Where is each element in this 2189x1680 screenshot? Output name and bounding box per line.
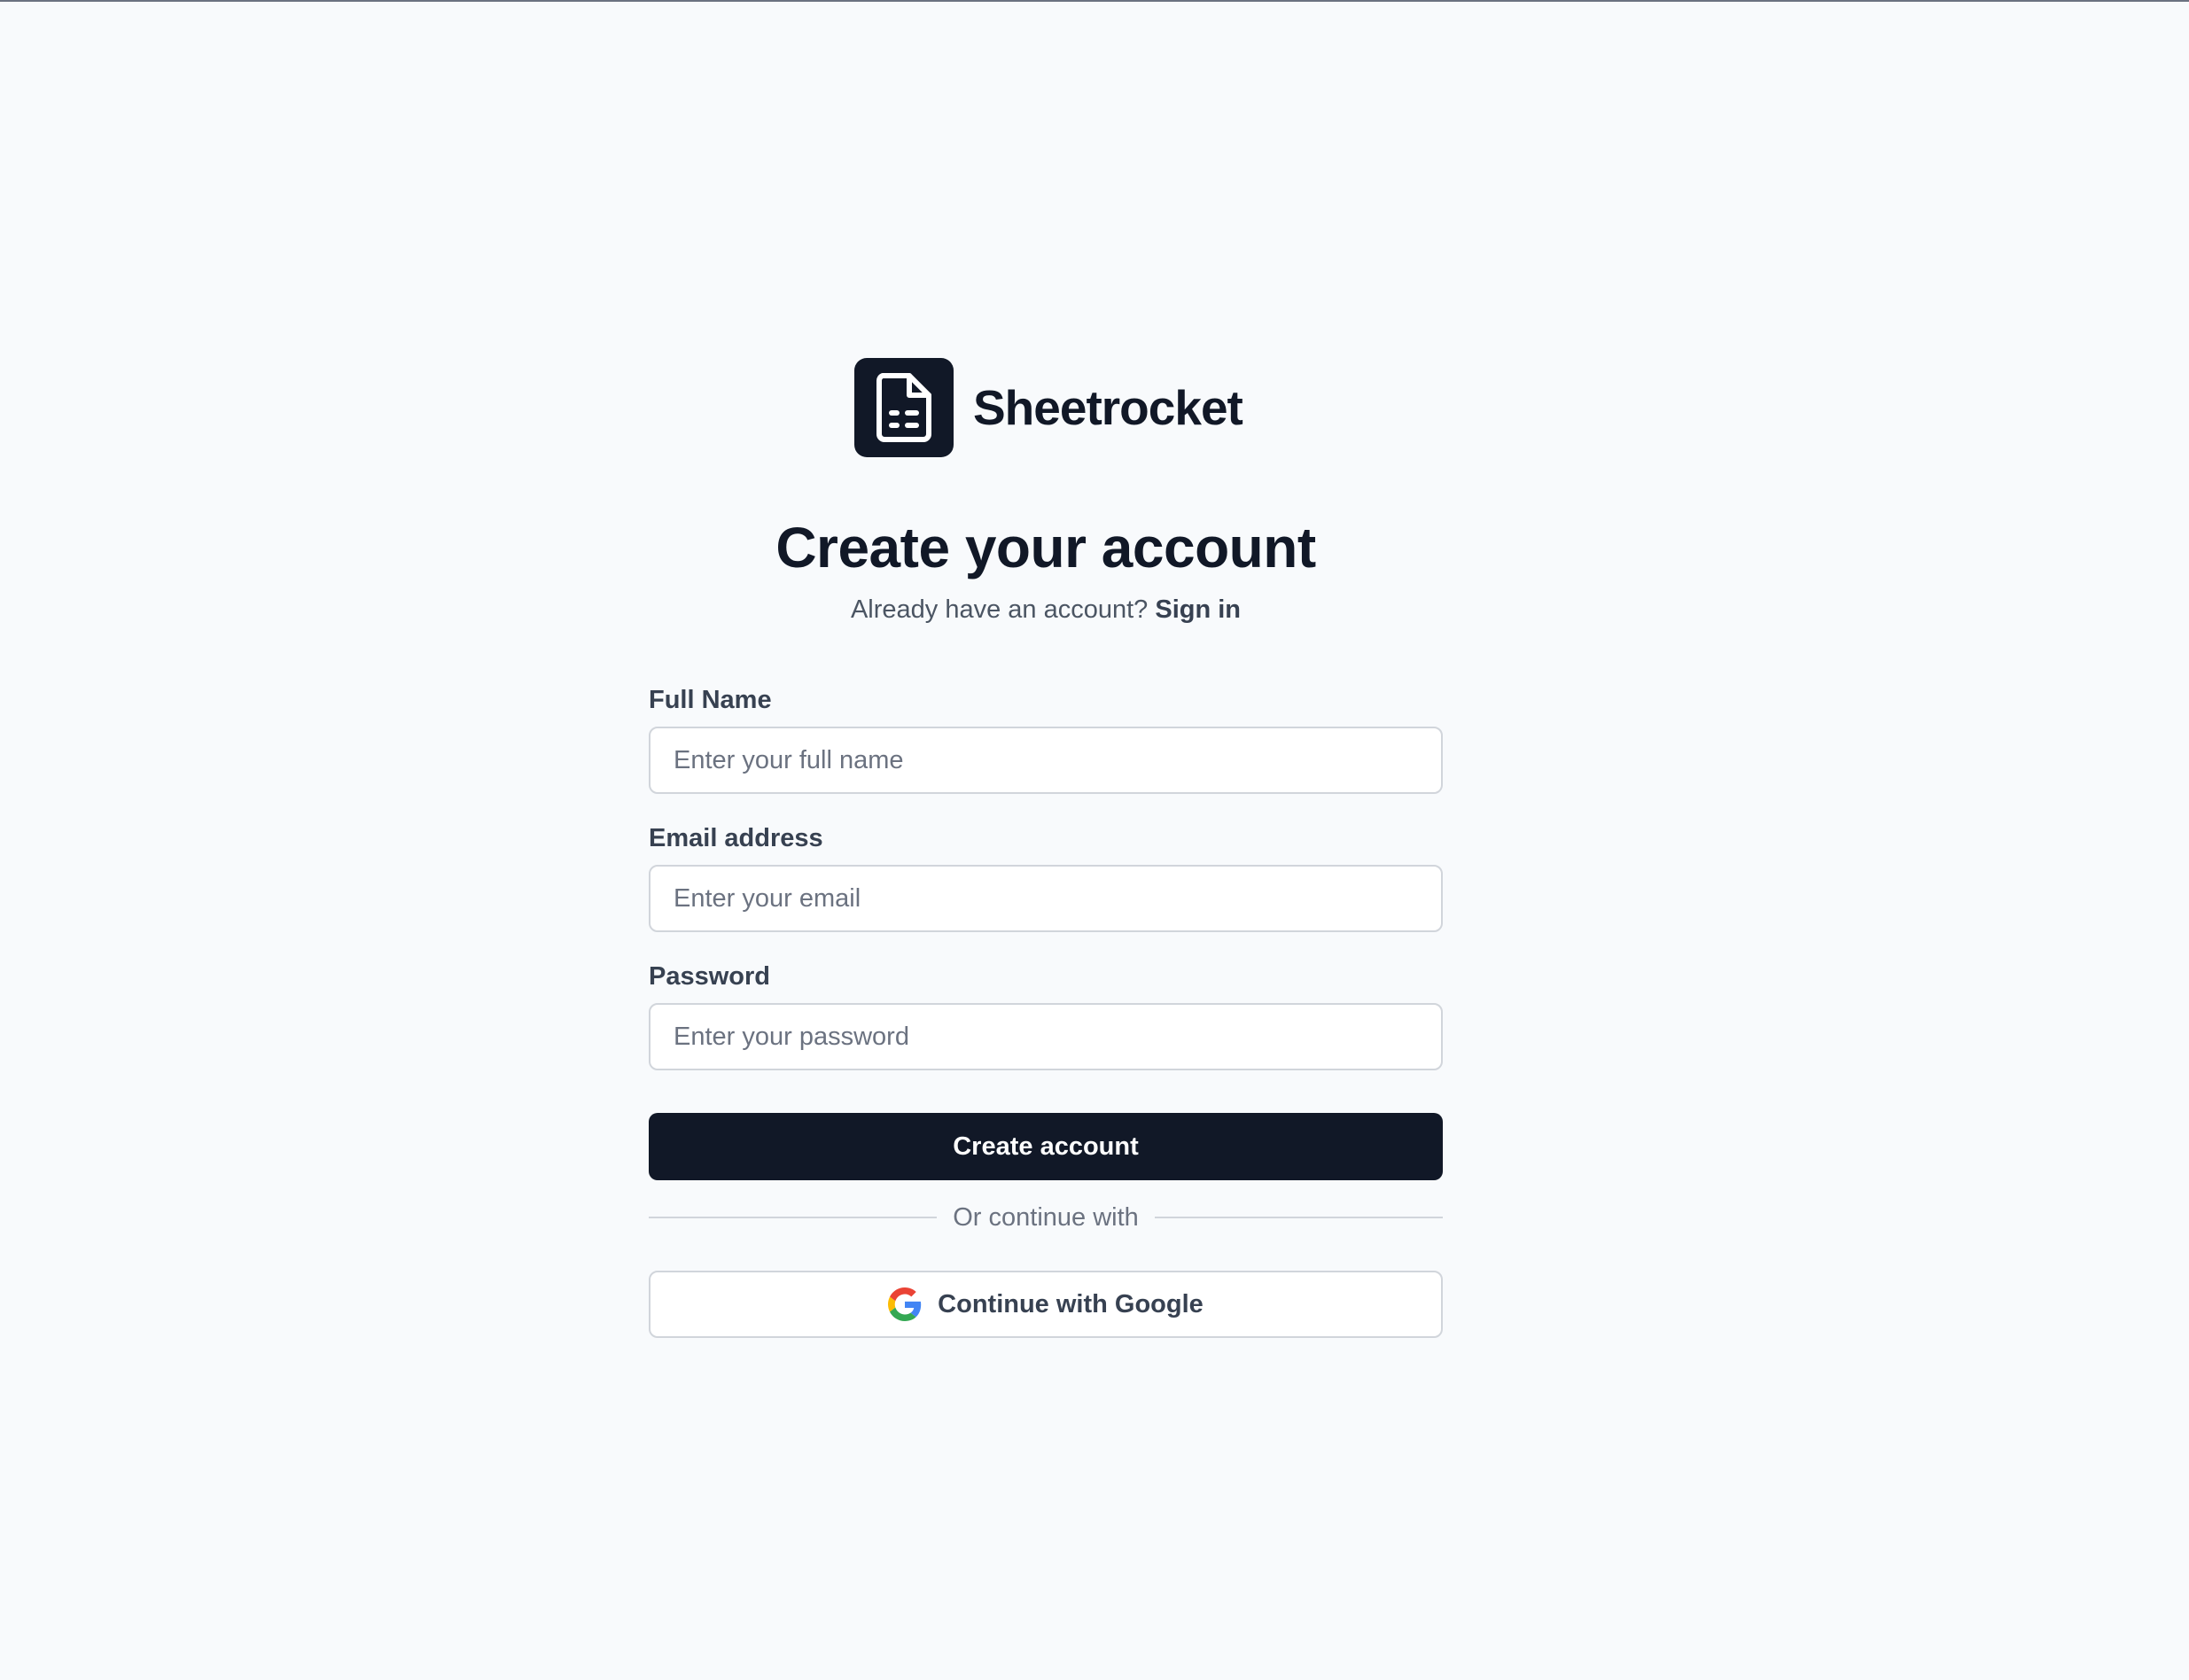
divider-line-right [1154, 1217, 1444, 1218]
password-input[interactable] [649, 1003, 1443, 1070]
full-name-group: Full Name [649, 684, 1443, 794]
divider-line-left [649, 1217, 938, 1218]
google-button-label: Continue with Google [938, 1289, 1204, 1318]
email-input[interactable] [649, 865, 1443, 932]
create-account-button[interactable]: Create account [649, 1113, 1443, 1180]
brand-header: Sheetrocket [854, 358, 1243, 457]
brand-name: Sheetrocket [973, 379, 1243, 435]
signin-link[interactable]: Sign in [1155, 595, 1241, 624]
full-name-label: Full Name [649, 686, 772, 714]
email-group: Email address [649, 822, 1443, 932]
document-sheet-icon [854, 358, 954, 457]
signin-prompt-text: Already have an account? [850, 595, 1149, 624]
page-title: Create your account [775, 516, 1316, 579]
or-divider: Or continue with [649, 1198, 1444, 1237]
full-name-input[interactable] [649, 727, 1443, 794]
signup-page: Sheetrocket Create your account Already … [0, 2, 2189, 1680]
signin-prompt: Already have an account? Sign in [0, 592, 2092, 627]
google-icon [888, 1287, 938, 1321]
email-label: Email address [649, 824, 823, 852]
password-group: Password [649, 961, 1443, 1070]
password-label: Password [649, 962, 770, 991]
google-signin-button[interactable]: Continue with Google [649, 1271, 1443, 1338]
divider-text: Or continue with [953, 1203, 1139, 1232]
signup-form: Full Name Email address Password Create … [649, 684, 1444, 1338]
